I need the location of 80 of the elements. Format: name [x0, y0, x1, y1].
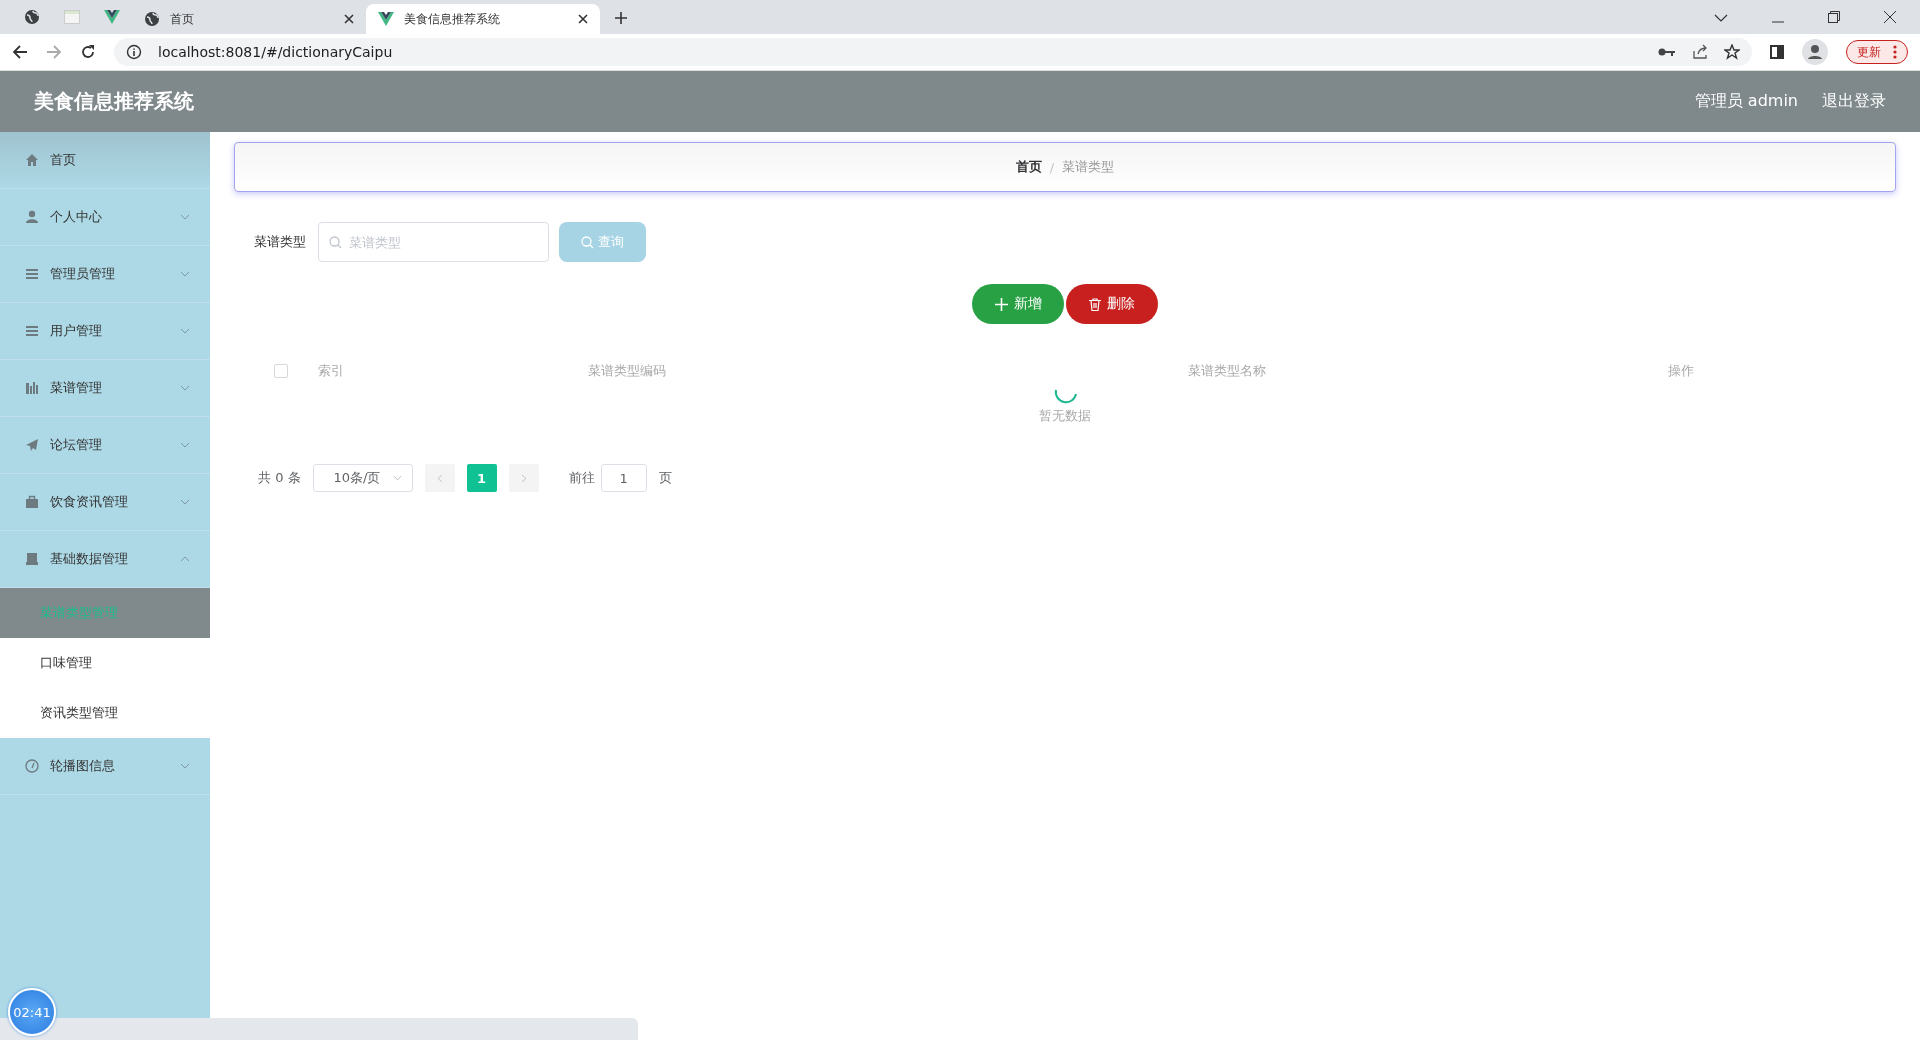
breadcrumb-item[interactable]: 首页 — [1015, 158, 1042, 176]
tab-title: 首页 — [170, 10, 195, 28]
trash-icon — [1089, 297, 1101, 311]
briefcase-icon — [25, 495, 39, 509]
update-button[interactable]: 更新 — [1846, 40, 1908, 64]
star-icon[interactable] — [1724, 44, 1740, 60]
checkbox[interactable] — [274, 364, 288, 378]
gauge-icon — [25, 759, 39, 773]
column-header: 操作 — [1668, 362, 1695, 380]
chevron-down-icon[interactable] — [1714, 13, 1728, 23]
globe-icon — [24, 9, 40, 25]
search-icon — [581, 235, 594, 249]
browser-tab[interactable]: 首页 — [132, 4, 366, 34]
chevron-down-icon — [180, 271, 190, 277]
close-icon[interactable] — [344, 14, 354, 24]
tab-title: 美食信息推荐系统 — [404, 10, 501, 28]
breadcrumb-separator: / — [1049, 159, 1055, 175]
back-arrow-icon[interactable] — [12, 44, 28, 60]
submenu-item[interactable]: 资讯类型管理 — [0, 688, 210, 738]
profile-avatar-icon[interactable] — [1802, 39, 1828, 65]
chevron-down-icon — [180, 328, 190, 334]
chevron-down-icon — [180, 499, 190, 505]
side-panel-icon[interactable] — [1770, 45, 1784, 59]
list-icon — [25, 267, 39, 281]
list-icon — [25, 324, 39, 338]
close-icon[interactable] — [1884, 11, 1896, 23]
close-icon[interactable] — [578, 14, 588, 24]
v-logo-icon — [104, 10, 120, 24]
submenu-item[interactable]: 口味管理 — [0, 638, 210, 688]
sidebar-item[interactable]: 饮食资讯管理 — [0, 474, 210, 531]
delete-button[interactable]: 删除 — [1066, 284, 1158, 324]
paper-plane-icon — [25, 438, 39, 452]
v-logo-icon — [378, 12, 394, 26]
sidebar-item[interactable]: 论坛管理 — [0, 417, 210, 474]
sidebar-item[interactable]: 用户管理 — [0, 303, 210, 360]
breadcrumb-item: 菜谱类型 — [1062, 158, 1115, 176]
chevron-right-icon — [520, 473, 527, 483]
chevron-down-icon — [180, 214, 190, 220]
sidebar-item[interactable]: 首页 — [0, 132, 210, 189]
logout-link[interactable]: 退出登录 — [1822, 91, 1886, 112]
search-label: 菜谱类型 — [254, 233, 306, 251]
new-tab-icon[interactable] — [614, 11, 628, 25]
browser-tab[interactable]: 美食信息推荐系统 — [366, 4, 600, 34]
globe-icon — [144, 11, 160, 27]
tray-icon — [25, 552, 39, 566]
total-count: 共 0 条 — [258, 469, 301, 487]
user-icon — [25, 210, 39, 224]
url-text: localhost:8081/#/dictionaryCaipu — [158, 44, 393, 60]
page-input[interactable]: 1 — [600, 464, 647, 492]
home-icon — [25, 153, 39, 167]
plus-icon — [994, 297, 1008, 311]
column-header: 菜谱类型编码 — [588, 362, 667, 380]
reload-icon[interactable] — [80, 44, 96, 60]
user-name: 管理员 admin — [1694, 91, 1798, 112]
empty-text: 暂无数据 — [1039, 407, 1091, 425]
search-field[interactable]: 菜谱类型 — [318, 222, 549, 262]
more-vertical-icon[interactable] — [1893, 45, 1897, 59]
sidebar-item[interactable]: 个人中心 — [0, 189, 210, 246]
chevron-left-icon — [436, 473, 443, 483]
app-title: 美食信息推荐系统 — [34, 88, 194, 115]
page-icon — [64, 10, 80, 24]
page-suffix: 页 — [658, 469, 672, 487]
share-icon[interactable] — [1692, 44, 1708, 60]
column-header: 索引 — [318, 362, 345, 380]
chevron-down-icon — [180, 763, 190, 769]
sidebar-item[interactable]: 菜谱管理 — [0, 360, 210, 417]
chevron-up-icon — [180, 556, 190, 562]
sidebar-item[interactable]: 轮播图信息 — [0, 738, 210, 795]
chevron-down-icon — [392, 475, 402, 481]
goto-label: 前往 — [568, 469, 595, 487]
chevron-down-icon — [180, 385, 190, 391]
info-icon[interactable] — [126, 44, 142, 60]
chevron-down-icon — [180, 442, 190, 448]
key-icon[interactable] — [1658, 47, 1676, 57]
column-header: 菜谱类型名称 — [1188, 362, 1267, 380]
sidebar-item[interactable]: 管理员管理 — [0, 246, 210, 303]
page-size-select[interactable]: 10条/页 — [312, 464, 413, 492]
address-field[interactable]: localhost:8081/#/dictionaryCaipu — [114, 38, 1752, 66]
bar-chart-icon — [25, 381, 39, 395]
restore-icon[interactable] — [1828, 11, 1840, 23]
